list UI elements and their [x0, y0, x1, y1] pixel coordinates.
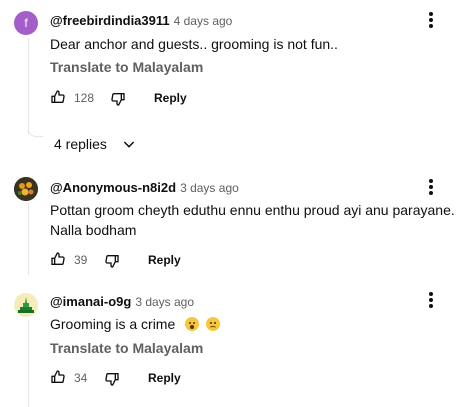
chevron-down-icon	[124, 141, 135, 148]
comment-time[interactable]: 4 days ago	[174, 14, 233, 28]
comment-header: @freebirdindia3911 4 days ago	[50, 13, 232, 28]
comment-text: Grooming is a crime	[50, 316, 176, 332]
like-icon[interactable]	[50, 251, 66, 267]
view-replies-button[interactable]: 4 replies	[54, 136, 137, 154]
more-actions-icon[interactable]	[429, 12, 433, 30]
comment-time[interactable]: 3 days ago	[135, 295, 194, 309]
replies-count: 4 replies	[54, 136, 107, 152]
comment-text-line: Nalla bodham	[50, 222, 137, 238]
reply-button[interactable]: Reply	[148, 371, 181, 385]
thread-line	[28, 38, 29, 134]
temple-avatar-icon	[14, 293, 38, 317]
comment-text: Pottan groom cheyth eduthu ennu enthu pr…	[50, 200, 460, 240]
dislike-icon[interactable]	[104, 253, 120, 269]
like-count: 34	[74, 371, 88, 385]
comment-header: @Anonymous-n8i2d 3 days ago	[50, 180, 239, 195]
dislike-icon[interactable]	[104, 371, 120, 387]
astonished-emoji-icon	[185, 317, 200, 331]
comment-text-row: Grooming is a crime	[50, 314, 221, 334]
more-actions-icon[interactable]	[429, 292, 433, 310]
comment-text: Dear anchor and guests.. grooming is not…	[50, 36, 338, 52]
comment-text-line: Pottan groom cheyth eduthu ennu enthu pr…	[50, 202, 455, 218]
flower-avatar-icon	[14, 177, 38, 201]
like-count: 39	[74, 253, 88, 267]
translate-link[interactable]: Translate to Malayalam	[50, 340, 203, 356]
avatar[interactable]	[14, 293, 38, 317]
like-icon[interactable]	[50, 369, 66, 385]
thread-line	[28, 320, 29, 407]
comment-time[interactable]: 3 days ago	[180, 181, 239, 195]
reply-button[interactable]: Reply	[148, 253, 181, 267]
avatar-letter: f	[24, 16, 28, 30]
like-icon[interactable]	[50, 89, 66, 105]
thread-connector	[28, 126, 43, 137]
avatar[interactable]	[14, 177, 38, 201]
comment-author[interactable]: @imanai-o9g	[50, 294, 131, 309]
like-count: 128	[74, 91, 95, 105]
crying-emoji-icon	[206, 317, 221, 331]
more-actions-icon[interactable]	[429, 179, 433, 197]
translate-link[interactable]: Translate to Malayalam	[50, 59, 203, 75]
comment-author[interactable]: @freebirdindia3911	[50, 13, 170, 28]
dislike-icon[interactable]	[110, 91, 126, 107]
comment-header: @imanai-o9g 3 days ago	[50, 294, 194, 309]
reply-button[interactable]: Reply	[154, 91, 187, 105]
thread-line	[28, 203, 29, 275]
avatar[interactable]: f	[14, 11, 38, 35]
comment-author[interactable]: @Anonymous-n8i2d	[50, 180, 176, 195]
